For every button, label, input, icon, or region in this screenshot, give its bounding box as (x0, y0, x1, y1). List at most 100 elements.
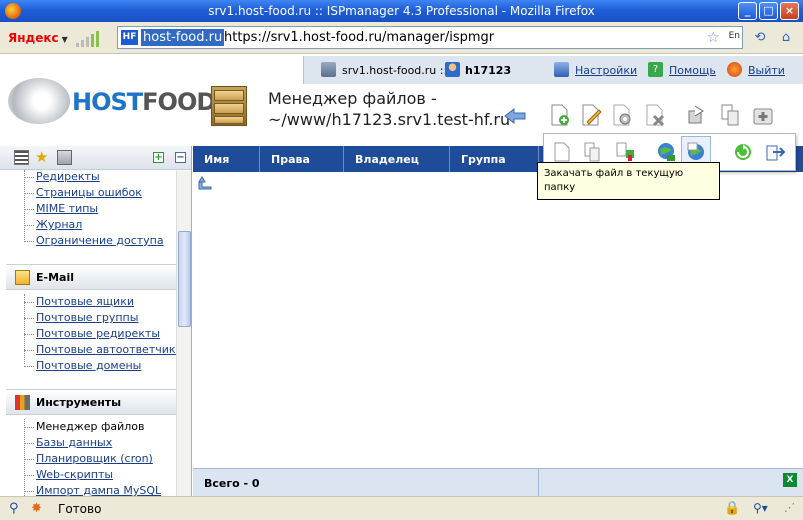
sidebar-item-redirects[interactable]: Редиректы (36, 170, 100, 183)
browser-toolbar: Яндекс ▼ HF host-food.ru https://srv1.hos… (0, 22, 803, 54)
blank-file-icon[interactable] (551, 141, 573, 163)
lang-indicator[interactable]: En (729, 31, 740, 41)
help-link[interactable]: Помощь (669, 64, 716, 77)
user-icon (445, 62, 460, 77)
sidebar-item-databases[interactable]: Базы данных (36, 436, 112, 449)
col-name[interactable]: Имя (204, 153, 229, 166)
server-icon (321, 62, 336, 77)
resize-grip-icon[interactable]: ⋰ (784, 501, 795, 514)
sidebar-item-cron[interactable]: Планировщик (cron) (36, 452, 153, 465)
hostfood-logo: HOSTFOOD (8, 76, 216, 126)
search-icon[interactable]: ⚲ (9, 501, 19, 516)
window-title-bar: srv1.host-food.ru :: ISPmanager 4.3 Prof… (0, 0, 803, 22)
total-count: Всего - 0 (204, 477, 260, 490)
list-view-icon[interactable] (14, 150, 29, 165)
sidebar-item-mail-domains[interactable]: Почтовые домены (36, 359, 141, 372)
bookmark-star-icon[interactable]: ☆ (707, 28, 720, 46)
toolbox-icon[interactable] (57, 150, 72, 165)
sidebar-section-tools[interactable]: Инструменты (6, 389, 176, 415)
url-host-highlight: host-food.ru (141, 29, 225, 46)
logout-link[interactable]: Выйти (748, 64, 785, 77)
sidebar-item-error-pages[interactable]: Страницы ошибок (36, 186, 142, 199)
site-badge: HF (121, 30, 138, 45)
sidebar-item-mail-redirects[interactable]: Почтовые редиректы (36, 327, 160, 340)
file-settings-icon[interactable] (610, 103, 634, 127)
copy-file-icon[interactable] (719, 103, 743, 127)
upload-file-icon[interactable] (685, 140, 707, 162)
col-owner[interactable]: Владелец (355, 153, 419, 166)
sidebar: ★ + − Редиректы Страницы ошибок MIME тип… (0, 146, 192, 496)
logo-part2: FOOD (142, 88, 216, 116)
settings-icon (554, 62, 569, 77)
firebug-icon[interactable]: ✸ (31, 501, 42, 516)
chevron-down-icon: ▼ (61, 35, 68, 44)
page-title: Менеджер файлов - ~/www/h17123.srv1.test… (268, 88, 510, 130)
sidebar-item-mysql-import[interactable]: Импорт дампа MySQL (36, 484, 161, 496)
server-name: srv1.host-food.ru :: (342, 64, 448, 77)
minimize-button[interactable]: _ (738, 2, 757, 20)
permissions-icon[interactable] (686, 103, 710, 127)
excel-export-icon[interactable]: X (783, 473, 797, 487)
user-name: h17123 (465, 64, 512, 77)
sidebar-item-file-manager[interactable]: Менеджер файлов (36, 420, 145, 433)
parent-folder-icon[interactable] (197, 176, 213, 190)
refresh-icon[interactable] (732, 141, 754, 163)
settings-link[interactable]: Настройки (575, 64, 637, 77)
user-status-bar: srv1.host-food.ru :: h17123 Настройки ? … (303, 56, 803, 84)
file-cabinet-icon (207, 84, 251, 128)
maximize-button[interactable]: □ (759, 2, 778, 20)
upload-tooltip: Закачать файл в текущую папку (537, 162, 720, 200)
sidebar-section-email[interactable]: E-Mail (6, 264, 176, 290)
sidebar-section-tools-title: Инструменты (36, 396, 122, 409)
sidebar-item-access-restriction[interactable]: Ограничение доступа (36, 234, 164, 247)
sidebar-item-journal[interactable]: Журнал (36, 218, 82, 231)
sidebar-item-web-scripts[interactable]: Web-скрипты (36, 468, 113, 481)
favorites-star-icon[interactable]: ★ (35, 150, 50, 165)
sidebar-item-mailboxes[interactable]: Почтовые ящики (36, 295, 134, 308)
back-arrow-icon[interactable] (503, 104, 527, 128)
email-icon (15, 270, 30, 285)
expand-all-icon[interactable]: + (153, 152, 164, 163)
window-title: srv1.host-food.ru :: ISPmanager 4.3 Prof… (208, 4, 595, 18)
signal-icon (74, 29, 104, 47)
firefox-window: srv1.host-food.ru :: ISPmanager 4.3 Prof… (0, 0, 803, 520)
col-group[interactable]: Группа (461, 153, 506, 166)
status-text: Готово (58, 502, 102, 516)
move-icon[interactable] (614, 141, 636, 163)
download-web-icon[interactable] (655, 141, 677, 163)
delete-file-icon[interactable] (643, 103, 667, 127)
zoom-icon[interactable]: ⚲▾ (753, 501, 768, 515)
url-text: https://srv1.host-food.ru/manager/ispmgr (224, 30, 495, 45)
table-footer: Всего - 0 X (193, 468, 803, 497)
logo-part1: HOST (72, 88, 143, 116)
new-file-icon[interactable] (548, 103, 572, 127)
logo-text: HOSTFOOD (72, 88, 216, 116)
sidebar-scrollbar[interactable] (176, 171, 191, 496)
logout-icon (727, 62, 742, 77)
lock-icon: 🔒 (724, 501, 741, 516)
sidebar-item-mail-groups[interactable]: Почтовые группы (36, 311, 138, 324)
export-icon[interactable] (764, 141, 786, 163)
sidebar-toolbar: ★ + − (0, 146, 191, 170)
yandex-search-dropdown[interactable]: Яндекс ▼ (8, 31, 68, 45)
sidebar-section-email-title: E-Mail (36, 271, 74, 284)
close-button[interactable]: × (780, 2, 799, 20)
browser-status-bar: ⚲ ✸ Готово 🔒 ⚲▾ ⋰ (0, 496, 803, 520)
address-bar[interactable]: HF host-food.ru https://srv1.host-food.r… (117, 26, 743, 49)
edit-file-icon[interactable] (579, 103, 603, 127)
page-title-line2: ~/www/h17123.srv1.test-hf.ru (268, 110, 511, 129)
collapse-all-icon[interactable]: − (175, 152, 186, 163)
first-aid-icon[interactable] (751, 103, 775, 127)
sidebar-scroll-thumb[interactable] (178, 231, 191, 327)
tools-icon (15, 395, 30, 410)
reload-icon[interactable]: ⟲ (750, 28, 770, 48)
col-permissions[interactable]: Права (271, 153, 310, 166)
home-icon[interactable]: ⌂ (776, 28, 796, 48)
yandex-label: Яндекс (8, 31, 59, 45)
help-icon: ? (648, 62, 663, 77)
sidebar-item-mime-types[interactable]: MIME типы (36, 202, 98, 215)
copy-icon[interactable] (582, 141, 604, 163)
logo-plate-icon (8, 78, 70, 124)
page-title-line1: Менеджер файлов - (268, 89, 437, 108)
sidebar-item-autoresponders[interactable]: Почтовые автоответчики (36, 343, 183, 356)
